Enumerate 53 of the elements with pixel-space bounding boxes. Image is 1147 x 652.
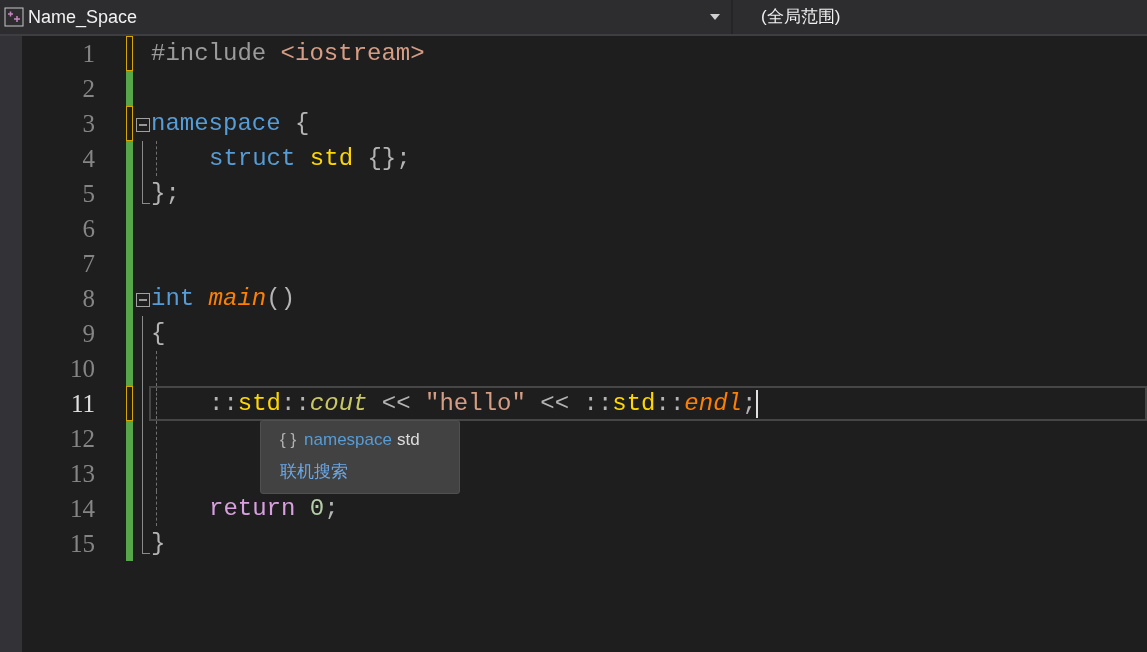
tooltip-keyword: namespace <box>304 429 392 451</box>
code-token: <iostream> <box>279 39 425 69</box>
line-number: 11 <box>69 389 95 419</box>
code-token: return <box>209 494 296 524</box>
code-token: } <box>151 529 166 559</box>
line-number: 9 <box>81 319 95 349</box>
code-token: std <box>237 389 282 419</box>
code-token: ; <box>741 389 757 419</box>
code-token: endl <box>684 389 742 419</box>
code-token: :: <box>209 389 238 419</box>
line-number: 12 <box>69 424 95 454</box>
scope-dropdown[interactable]: (全局范围) <box>761 4 841 30</box>
code-token: std <box>308 144 354 174</box>
line-number: 2 <box>81 74 95 104</box>
line-number: 3 <box>81 109 95 139</box>
code-token: << :: <box>539 389 613 419</box>
online-search-link[interactable]: 联机搜索 <box>280 458 440 484</box>
code-token: { <box>151 319 166 349</box>
line-number: 6 <box>81 214 95 244</box>
code-token: 0 <box>308 494 325 524</box>
code-token: () <box>266 284 296 314</box>
line-number: 7 <box>81 249 95 279</box>
code-token: }; <box>151 179 180 209</box>
code-token: ; <box>324 494 339 524</box>
text-cursor <box>756 389 759 418</box>
code-token: int <box>151 284 195 314</box>
code-token: struct <box>209 144 296 174</box>
code-token: :: <box>281 389 310 419</box>
line-number: 13 <box>69 459 95 489</box>
code-token: "hello" <box>425 389 526 419</box>
project-name[interactable]: Name_Space <box>28 3 138 31</box>
line-number: 1 <box>81 39 95 69</box>
code-token: namespace <box>151 109 281 139</box>
code-token: main <box>207 284 267 314</box>
project-icon <box>4 7 24 27</box>
line-number: 15 <box>69 529 95 559</box>
code-token: #include <box>151 39 267 69</box>
code-token: {}; <box>366 144 411 174</box>
line-number: 5 <box>81 179 95 209</box>
line-number: 14 <box>69 494 95 524</box>
caret-icon[interactable] <box>710 14 721 20</box>
line-number: 4 <box>81 144 95 174</box>
code-token: std <box>612 389 656 419</box>
collapse-icon[interactable] <box>136 293 150 307</box>
code-token: << <box>380 389 412 419</box>
line-number: 10 <box>69 354 95 384</box>
line-number: 8 <box>81 284 95 314</box>
collapse-icon[interactable] <box>136 118 150 132</box>
code-token: { <box>294 109 310 139</box>
code-token: :: <box>655 389 685 419</box>
namespace-icon: { } <box>280 427 297 453</box>
code-token: cout <box>309 389 368 419</box>
tooltip-name: std <box>397 429 420 451</box>
